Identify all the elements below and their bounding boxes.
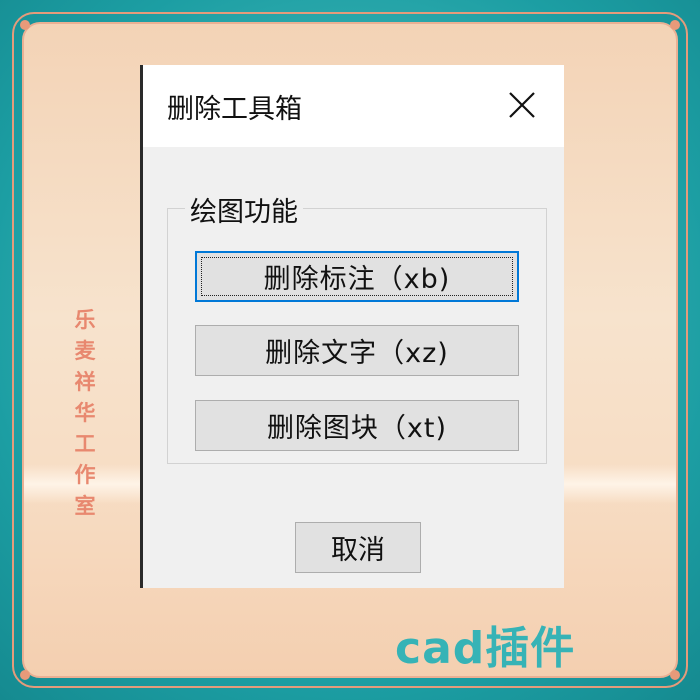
corner-dot [20, 670, 30, 680]
watermark-char: 祥 [74, 370, 96, 394]
close-button[interactable] [502, 85, 542, 125]
dialog-title: 删除工具箱 [167, 94, 302, 125]
watermark-char: 华 [74, 401, 96, 425]
corner-dot [670, 20, 680, 30]
watermark-char: 室 [74, 494, 96, 518]
watermark-char: 工 [74, 432, 96, 456]
close-icon [509, 92, 535, 118]
group-label: 绘图功能 [185, 190, 303, 229]
watermark-char: 作 [74, 463, 96, 487]
cancel-button[interactable]: 取消 [295, 522, 421, 573]
delete-dimensions-button[interactable]: 删除标注（xb) [195, 251, 519, 302]
corner-dot [20, 20, 30, 30]
watermark-char: 乐 [74, 308, 96, 332]
brand-caption: cad插件 [395, 623, 576, 674]
dialog-titlebar: 删除工具箱 [143, 65, 564, 147]
corner-dot [670, 670, 680, 680]
studio-watermark: 乐 麦 祥 华 工 作 室 [70, 305, 100, 522]
delete-text-button[interactable]: 删除文字（xz) [195, 325, 519, 376]
watermark-char: 麦 [74, 339, 96, 363]
delete-blocks-button[interactable]: 删除图块（xt) [195, 400, 519, 451]
delete-toolbox-dialog: 删除工具箱 绘图功能 删除标注（xb) 删除文字（xz) 删除图块（xt) 取消 [140, 65, 564, 588]
